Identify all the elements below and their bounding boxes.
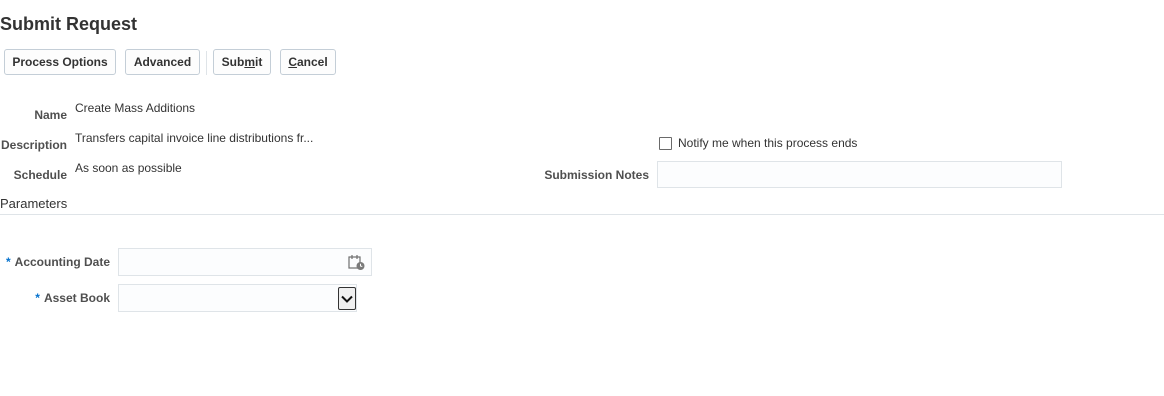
notify-label[interactable]: Notify me when this process ends	[678, 136, 857, 150]
schedule-label: Schedule	[13, 168, 67, 182]
submission-notes-label: Submission Notes	[544, 168, 649, 182]
submission-notes-input[interactable]	[657, 161, 1062, 188]
submit-accesskey: m	[244, 55, 255, 69]
asset-book-select[interactable]	[118, 284, 357, 312]
name-label: Name	[34, 108, 67, 122]
process-options-button[interactable]: Process Options	[4, 49, 116, 75]
cancel-accesskey: C	[288, 55, 297, 69]
required-indicator: *	[5, 255, 11, 269]
name-value: Create Mass Additions	[75, 101, 196, 115]
section-divider	[0, 214, 1164, 215]
parameters-section-title: Parameters	[0, 196, 68, 211]
page-title: Submit Request	[0, 14, 138, 34]
submit-label-part: it	[255, 55, 263, 69]
advanced-button[interactable]: Advanced	[125, 49, 200, 75]
submit-button[interactable]: Sub m it	[213, 49, 271, 75]
description-value: Transfers capital invoice line distribut…	[75, 131, 314, 145]
required-indicator: *	[35, 291, 40, 305]
calendar-icon[interactable]	[348, 254, 366, 271]
schedule-value: As soon as possible	[75, 161, 182, 175]
asset-book-label: * Asset Book	[0, 291, 110, 305]
description-label: Description	[0, 138, 67, 152]
cancel-button[interactable]: Cancel	[280, 49, 336, 75]
accounting-date-label: * Accounting Date	[0, 255, 110, 269]
chevron-down-icon[interactable]	[338, 287, 356, 310]
asset-book-label-text: Asset Book	[43, 291, 110, 305]
submit-label-part: Sub	[221, 55, 245, 69]
toolbar-separator	[206, 51, 207, 75]
accounting-date-input[interactable]	[118, 248, 372, 276]
accounting-date-label-text: Accounting Date	[14, 255, 110, 269]
notify-checkbox[interactable]	[659, 137, 672, 150]
cancel-label-part: ancel	[296, 55, 328, 69]
